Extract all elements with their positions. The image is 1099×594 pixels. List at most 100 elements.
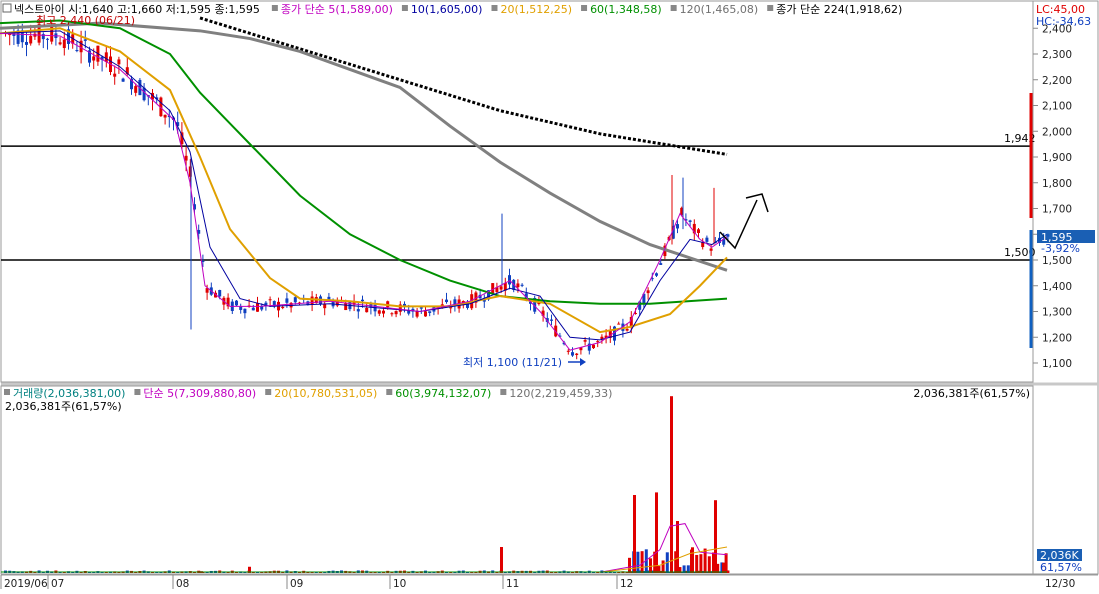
- candle-body: [142, 87, 146, 101]
- x-tick-label: 12: [620, 578, 633, 590]
- title-bar-icon[interactable]: [2, 3, 12, 13]
- y-tick-label: 2,300: [1042, 49, 1072, 61]
- candle-body: [243, 308, 247, 314]
- legend-item: 60(3,974,132,07): [395, 387, 491, 400]
- candle-body: [499, 286, 503, 290]
- volume-bar: [636, 551, 640, 573]
- candle-body: [377, 310, 381, 314]
- candle-body: [520, 284, 524, 286]
- chart-window: 2,400 2,300 2,200 2,100 2,000 1,900 1,800 1,700…: [0, 0, 1099, 594]
- candle-body: [356, 309, 360, 312]
- candle-body: [310, 296, 314, 305]
- candle-body: [121, 78, 125, 82]
- candle-body: [235, 300, 238, 306]
- volume-bar: [628, 557, 631, 573]
- volume-bar: [724, 553, 728, 573]
- low-annotation: 최저 1,100 (11/21): [463, 356, 562, 369]
- candle-body: [697, 229, 700, 233]
- candle-body: [508, 275, 511, 285]
- candle-body: [46, 38, 49, 40]
- x-tick-label: 08: [176, 578, 189, 590]
- volume-spike: [670, 396, 673, 573]
- legend-item: 단순 5(7,309,880,80): [143, 387, 256, 400]
- volume-sublabel: 2,036,381주(61,57%): [5, 400, 122, 413]
- candle-body: [58, 42, 62, 45]
- volume-bar: [707, 556, 711, 573]
- candle-body: [491, 283, 495, 294]
- candle-body: [365, 307, 369, 313]
- legend-item: 거래량(2,036,381,00): [13, 387, 125, 400]
- legend-marker: [271, 5, 278, 11]
- legend-item: 120(1,465,08): [680, 3, 759, 16]
- volume-bar: [695, 554, 699, 573]
- y-tick-label: 1,200: [1042, 332, 1072, 344]
- price-y-axis: 2,4002,3002,2002,1002,0001,9001,8001,700…: [1033, 23, 1072, 370]
- candle-body: [285, 298, 289, 303]
- volume-bars: [4, 396, 730, 573]
- legend-marker: [265, 389, 272, 395]
- ma10-line: [0, 30, 728, 341]
- candle-body: [29, 35, 33, 44]
- legend-item: 종가 단순 5(1,589,00): [281, 3, 393, 16]
- candle-body: [617, 323, 621, 325]
- y-tick-label: 1,500: [1042, 255, 1072, 267]
- volume-legend: 거래량(2,036,381,00) 단순 5(7,309,880,80) 20(10…: [4, 387, 612, 400]
- x-tick-label: 12/30: [1045, 578, 1075, 590]
- price-legend: 종가 단순 5(1,589,00) 10(1,605,00) 20(1,512,25…: [271, 3, 902, 16]
- candle-body: [592, 344, 595, 349]
- legend-marker: [4, 389, 10, 395]
- x-tick-label: 07: [51, 578, 64, 590]
- candle-body: [419, 307, 423, 309]
- candles: [4, 18, 730, 360]
- legend-marker: [134, 389, 141, 395]
- candle-body: [655, 273, 658, 276]
- volume-pct: 61,57%: [1040, 561, 1082, 574]
- candle-body: [676, 224, 679, 229]
- candle-body: [382, 310, 385, 314]
- volume-bar: [661, 560, 665, 573]
- legend-marker: [500, 389, 507, 395]
- candle-body: [218, 290, 222, 297]
- candle-body: [361, 299, 364, 302]
- candle-body: [415, 311, 419, 317]
- ma224-line: [199, 16, 728, 156]
- candle-body: [293, 297, 297, 303]
- legend-marker: [581, 5, 588, 11]
- legend-marker: [491, 5, 498, 11]
- candle-body: [25, 41, 28, 45]
- candle-body: [75, 50, 79, 52]
- legend-item: 10(1,605,00): [411, 3, 483, 16]
- candle-body: [62, 39, 66, 49]
- y-tick-label: 2,200: [1042, 75, 1072, 87]
- candle-body: [575, 353, 579, 355]
- price-title: 넥스트아이 시:1,640 고:1,660 저:1,595 종:1,595: [14, 3, 260, 16]
- legend-marker: [386, 389, 393, 395]
- volume-bar: [640, 551, 644, 573]
- candle-body: [571, 352, 574, 356]
- volume-bar: [699, 554, 703, 573]
- candle-body: [104, 52, 108, 62]
- candle-body: [659, 263, 663, 265]
- x-tick-label: 09: [290, 578, 303, 590]
- stock-chart[interactable]: 2,4002,3002,2002,1002,0001,9001,8001,700…: [0, 0, 1099, 594]
- candle-body: [445, 299, 448, 303]
- candle-body: [424, 311, 427, 317]
- change-pct: -3,92%: [1041, 242, 1080, 255]
- candle-body: [394, 311, 398, 315]
- volume-spike: [714, 500, 717, 573]
- candle-body: [550, 319, 553, 321]
- candle-body: [113, 73, 117, 77]
- candle-body: [83, 39, 87, 41]
- candle-body: [344, 303, 348, 311]
- volume-bar: [649, 558, 652, 573]
- horizontal-lines[interactable]: [1, 145, 1032, 261]
- legend-item: 종가 단순 224(1,918,62): [776, 3, 902, 16]
- legend-item: 20(10,780,531,05): [274, 387, 377, 400]
- candle-body: [583, 340, 587, 342]
- candle-body: [117, 59, 121, 65]
- candle-body: [268, 299, 272, 301]
- forecast-arrow[interactable]: [719, 199, 758, 250]
- y-tick-label: 1,700: [1042, 204, 1072, 216]
- candle-body: [566, 350, 570, 352]
- y-tick-label: 1,100: [1042, 358, 1072, 370]
